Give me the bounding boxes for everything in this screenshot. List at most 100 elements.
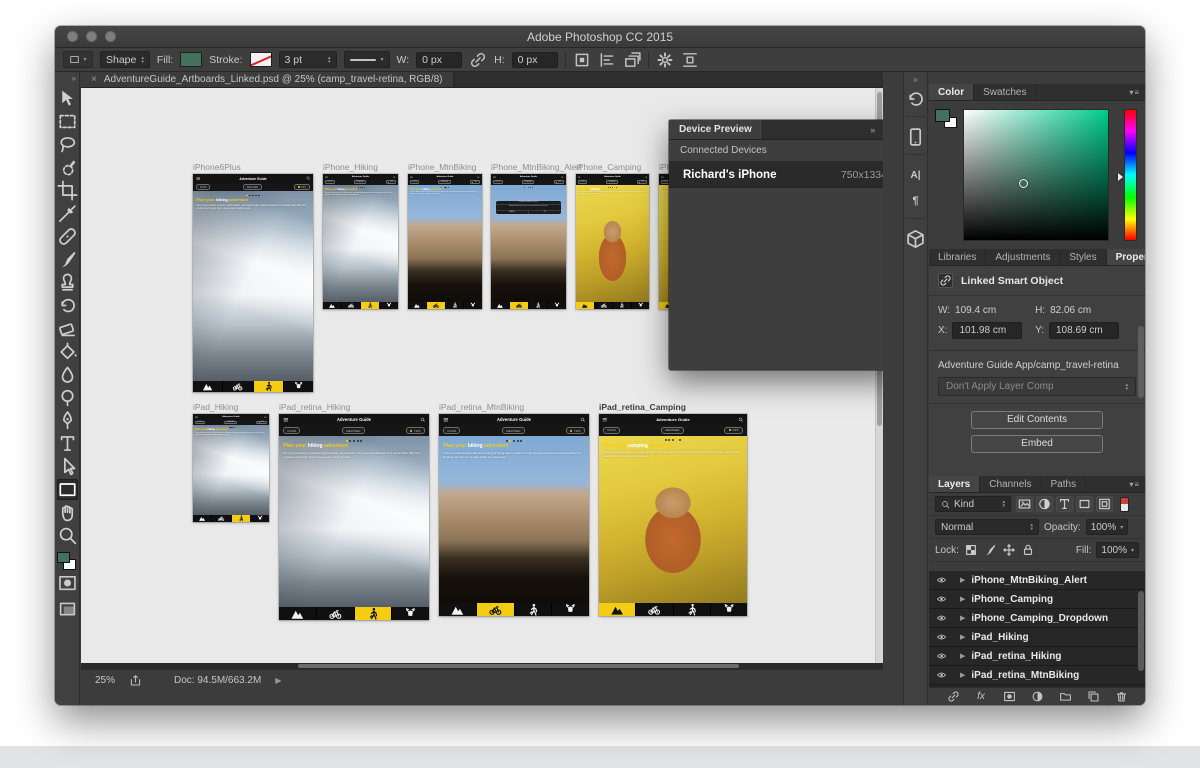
search-icon[interactable] [393, 175, 396, 178]
path-arrangement-icon[interactable] [623, 51, 641, 69]
tab-properties[interactable]: Properties [1107, 249, 1145, 265]
panel-menu-icon[interactable]: ▾≡ [1129, 480, 1140, 489]
panel-menu-icon[interactable]: ▾≡ [1129, 88, 1140, 97]
history-panel-icon[interactable] [905, 88, 926, 110]
nav-wildlife-icon[interactable] [552, 603, 589, 616]
expand-panels-chevron-icon[interactable]: » [913, 75, 917, 84]
alert-cancel-button[interactable]: CANCEL [496, 211, 529, 214]
collapse-tools-chevron-icon[interactable]: » [72, 74, 76, 83]
eraser-tool[interactable] [57, 318, 78, 339]
filter-adjustment-layers-icon[interactable] [1036, 496, 1053, 512]
prop-y-input[interactable]: 108.69 cm [1049, 322, 1119, 339]
link-layers-icon[interactable] [946, 690, 961, 703]
artboard-ipad_hiking[interactable]: Adventure GuideFOODWEATHERTIPSPlan your … [193, 414, 269, 522]
stroke-style-select[interactable]: ▾ [344, 51, 390, 68]
fill-input[interactable]: 100%▾ [1096, 542, 1139, 558]
tab-styles[interactable]: Styles [1060, 249, 1106, 265]
artboard-iphone_mtnbiking_alert[interactable]: Adventure GuideFOODWEATHERTIPSPlan your … [491, 174, 566, 309]
nav-wildlife-icon[interactable] [548, 302, 566, 309]
layers-scrollbar[interactable] [1138, 591, 1144, 672]
shape-width-input[interactable]: 0 px [416, 52, 462, 68]
app-tab-weather[interactable]: WEATHER [354, 180, 367, 184]
artboard-ipad_retina_hiking[interactable]: Adventure GuideFOODWEATHERTIPSPlan your … [279, 414, 429, 620]
artboard-label[interactable]: iPad_retina_Hiking [279, 402, 350, 412]
layer-style-fx-icon[interactable]: fx [974, 690, 989, 703]
app-tab-food[interactable]: FOOD [603, 427, 620, 434]
visibility-eye-icon[interactable] [935, 594, 948, 604]
artboard-label[interactable]: iPad_Hiking [193, 402, 238, 412]
artboard-iphone_hiking[interactable]: Adventure GuideFOODWEATHERTIPSPlan your … [323, 174, 398, 309]
nav-biking-icon[interactable] [636, 603, 673, 616]
zoom-tool[interactable] [57, 525, 78, 546]
lock-position-icon[interactable] [1002, 543, 1016, 557]
expand-layer-group-icon[interactable]: ▶ [960, 576, 965, 584]
app-tab-food[interactable]: FOOD [493, 180, 503, 184]
nav-hiking-icon[interactable] [529, 302, 548, 309]
nav-wildlife-icon[interactable] [251, 515, 269, 522]
nav-biking-icon[interactable] [595, 302, 614, 309]
quick-mask-button[interactable] [57, 573, 78, 593]
new-adjustment-layer-icon[interactable] [1030, 690, 1045, 703]
visibility-eye-icon[interactable] [935, 651, 948, 661]
search-icon[interactable] [264, 415, 267, 418]
lock-image-pixels-icon[interactable] [983, 543, 997, 557]
alert-ok-button[interactable]: OK [529, 211, 561, 214]
tab-color[interactable]: Color [929, 84, 974, 100]
rectangular-marquee-tool[interactable] [57, 111, 78, 132]
artboard-label[interactable]: iPad_retina_MtnBiking [439, 402, 524, 412]
type-tool[interactable] [57, 433, 78, 454]
path-alignment-icon[interactable] [598, 51, 616, 69]
artboard-label[interactable]: iPhone_MtnBiking [408, 162, 477, 172]
nav-hiking-icon[interactable] [613, 302, 632, 309]
nav-biking-icon[interactable] [477, 603, 515, 616]
color-picker-marker[interactable] [1019, 179, 1028, 188]
app-tab-tips[interactable]: TIPS [554, 180, 564, 184]
nav-wildlife-icon[interactable] [392, 607, 429, 620]
clone-stamp-tool[interactable] [57, 272, 78, 293]
nav-trails-icon[interactable] [193, 381, 223, 392]
paragraph-panel-icon[interactable]: ¶ [905, 190, 926, 212]
path-selection-tool[interactable] [57, 456, 78, 477]
app-tab-food[interactable]: FOOD [195, 421, 205, 425]
tab-channels[interactable]: Channels [980, 476, 1041, 492]
nav-wildlife-icon[interactable] [464, 302, 482, 309]
nav-biking-icon[interactable] [223, 381, 253, 392]
panel-foreground-swatch[interactable] [935, 109, 950, 122]
align-edges-icon[interactable] [681, 51, 699, 69]
tab-adjustments[interactable]: Adjustments [986, 249, 1060, 265]
lock-all-icon[interactable] [1021, 543, 1035, 557]
app-tab-weather[interactable]: WEATHER [224, 421, 237, 425]
artboard-label[interactable]: iPhone_Camping [576, 162, 641, 172]
document-size[interactable]: Doc: 94.5M/663.2M [174, 675, 261, 686]
nav-biking-icon[interactable] [510, 302, 529, 309]
dodge-tool[interactable] [57, 387, 78, 408]
app-tab-tips[interactable]: TIPS [256, 421, 266, 425]
nav-trails-icon[interactable] [599, 603, 636, 616]
blend-mode-select[interactable]: Normal▴▾ [935, 519, 1039, 535]
artboard-label[interactable]: iPad_retina_Camping [599, 402, 686, 412]
foreground-color-swatch[interactable] [57, 552, 70, 563]
embed-button[interactable]: Embed [971, 435, 1103, 453]
nav-wildlife-icon[interactable] [711, 603, 747, 616]
nav-wildlife-icon[interactable] [284, 381, 313, 392]
pen-tool[interactable] [57, 410, 78, 431]
filter-type-layers-icon[interactable] [1056, 496, 1073, 512]
app-tab-tips[interactable]: TIPS [294, 184, 309, 190]
artboard-iphone_mtnbiking[interactable]: Adventure GuideFOODWEATHERTIPSPlan your … [408, 174, 482, 309]
delete-layer-icon[interactable] [1114, 690, 1129, 703]
app-tab-tips[interactable]: TIPS [406, 427, 425, 434]
search-icon[interactable] [645, 175, 648, 178]
nav-trails-icon[interactable] [439, 603, 477, 616]
nav-trails-icon[interactable] [491, 302, 510, 309]
shape-height-input[interactable]: 0 px [512, 52, 558, 68]
spot-healing-brush-tool[interactable] [57, 226, 78, 247]
filter-pixel-layers-icon[interactable] [1016, 496, 1033, 512]
app-tab-food[interactable]: FOOD [283, 427, 300, 434]
prop-x-input[interactable]: 101.98 cm [952, 322, 1022, 339]
path-operations-icon[interactable] [573, 51, 591, 69]
tool-preset-picker[interactable]: ▾ [63, 51, 93, 68]
nav-trails-icon[interactable] [193, 515, 212, 522]
app-tab-tips[interactable]: TIPS [637, 180, 647, 184]
app-tab-tips[interactable]: TIPS [724, 427, 742, 434]
nav-trails-icon[interactable] [279, 607, 317, 620]
